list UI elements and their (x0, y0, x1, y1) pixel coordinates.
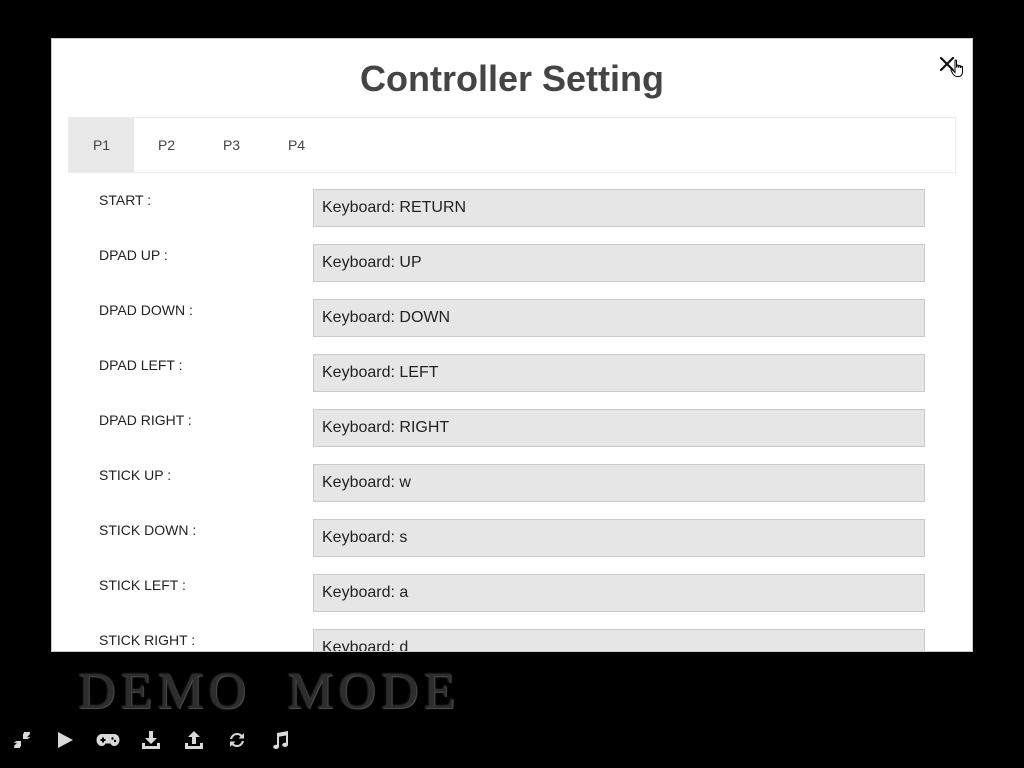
mapping-label: STICK LEFT : (99, 577, 186, 593)
mapping-row-stick-down: STICK DOWN : Keyboard: s (52, 519, 972, 574)
dialog-title: Controller Setting (360, 58, 664, 99)
upload-button[interactable] (172, 720, 215, 760)
mapping-label: DPAD RIGHT : (99, 412, 192, 428)
mapping-field[interactable]: Keyboard: RETURN (313, 189, 925, 227)
refresh-button[interactable] (215, 720, 258, 760)
mapping-field[interactable]: Keyboard: RIGHT (313, 409, 925, 447)
shrink-button[interactable] (0, 720, 43, 760)
mapping-row-dpad-up: DPAD UP : Keyboard: UP (52, 244, 972, 299)
mapping-label: STICK DOWN : (99, 522, 197, 538)
mapping-row-stick-right: STICK RIGHT : Keyboard: d (52, 629, 972, 651)
mapping-field[interactable]: Keyboard: LEFT (313, 354, 925, 392)
mapping-field[interactable]: Keyboard: DOWN (313, 299, 925, 337)
mapping-label: START : (99, 192, 152, 208)
play-icon (57, 732, 73, 748)
mapping-field[interactable]: Keyboard: UP (313, 244, 925, 282)
tab-p2[interactable]: P2 (134, 118, 199, 172)
mapping-row-stick-up: STICK UP : Keyboard: w (52, 464, 972, 519)
mapping-list: START : Keyboard: RETURN DPAD UP : Keybo… (52, 189, 972, 651)
mapping-field[interactable]: Keyboard: a (313, 574, 925, 612)
download-icon (141, 731, 160, 749)
player-tabs: P1 P2 P3 P4 (68, 117, 956, 173)
mapping-field[interactable]: Keyboard: w (313, 464, 925, 502)
tab-p4[interactable]: P4 (264, 118, 329, 172)
music-button[interactable] (258, 720, 301, 760)
shrink-icon (13, 732, 30, 748)
bottom-toolbar (0, 720, 301, 760)
refresh-icon (229, 733, 244, 747)
tab-p3[interactable]: P3 (199, 118, 264, 172)
mapping-row-dpad-left: DPAD LEFT : Keyboard: LEFT (52, 354, 972, 409)
upload-icon (184, 731, 203, 749)
mapping-row-start: START : Keyboard: RETURN (52, 189, 972, 244)
music-icon (272, 731, 288, 749)
download-button[interactable] (129, 720, 172, 760)
demo-mode-text: DEMO MODE (78, 663, 461, 720)
gamepad-icon (96, 734, 119, 746)
mapping-label: STICK RIGHT : (99, 632, 196, 648)
mapping-label: STICK UP : (99, 467, 172, 483)
gamepad-button[interactable] (86, 720, 129, 760)
controller-setting-dialog: Controller Setting P1 P2 P3 P4 START : K… (51, 38, 973, 652)
mapping-field[interactable]: Keyboard: d (313, 629, 925, 651)
mapping-row-dpad-right: DPAD RIGHT : Keyboard: RIGHT (52, 409, 972, 464)
mapping-field[interactable]: Keyboard: s (313, 519, 925, 557)
mapping-label: DPAD UP : (99, 247, 168, 263)
mapping-row-dpad-down: DPAD DOWN : Keyboard: DOWN (52, 299, 972, 354)
mapping-row-stick-left: STICK LEFT : Keyboard: a (52, 574, 972, 629)
mapping-label: DPAD LEFT : (99, 357, 183, 373)
play-button[interactable] (43, 720, 86, 760)
tab-p1[interactable]: P1 (69, 118, 134, 172)
hand-cursor-icon (950, 59, 963, 77)
mapping-label: DPAD DOWN : (99, 302, 193, 318)
